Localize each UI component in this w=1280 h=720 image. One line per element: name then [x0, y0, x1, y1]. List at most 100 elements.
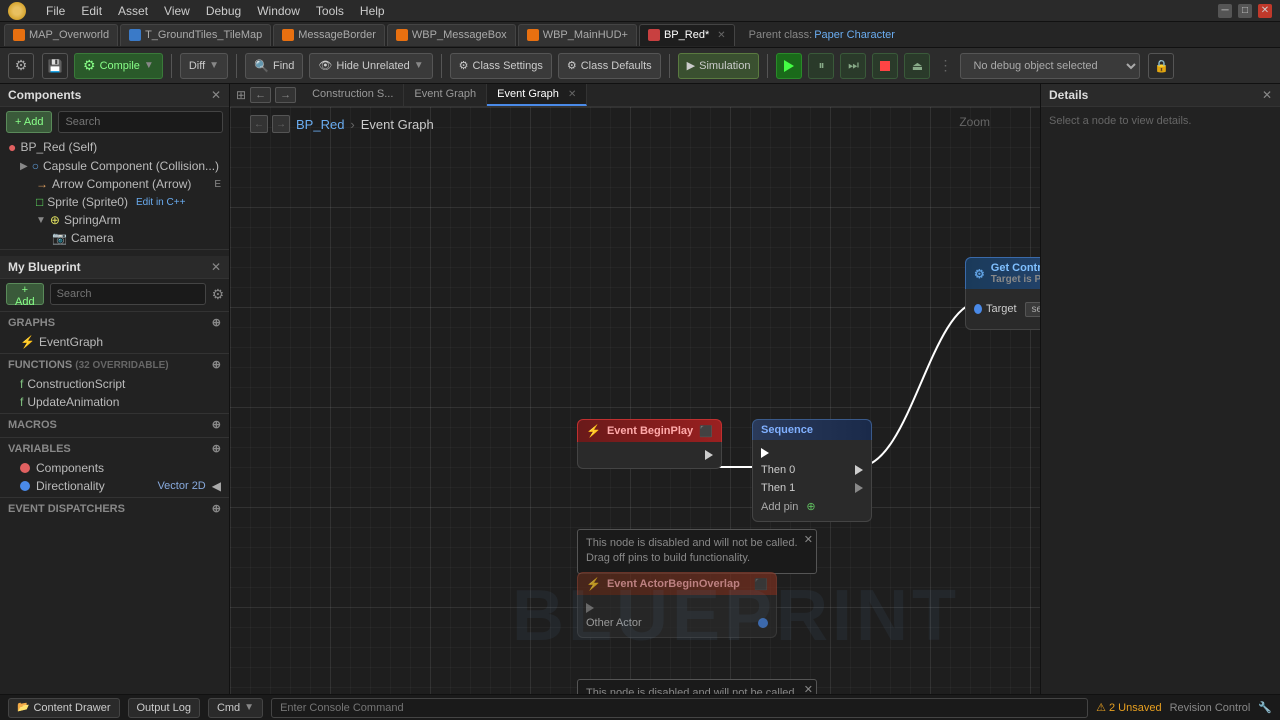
diff-button[interactable]: Diff ▼: [180, 53, 228, 79]
class-settings-button[interactable]: ⚙ Class Settings: [450, 53, 552, 79]
debug-options-button[interactable]: 🔒: [1148, 53, 1174, 79]
my-blueprint-search-input[interactable]: [50, 283, 206, 305]
menu-file[interactable]: File: [46, 4, 65, 18]
tree-item-springarm[interactable]: ▼ ⊕ SpringArm: [0, 211, 229, 229]
console-input[interactable]: [271, 698, 1088, 718]
tree-item-eventgraph[interactable]: ⚡ EventGraph: [0, 333, 229, 351]
play-button[interactable]: [776, 53, 802, 79]
eject-button[interactable]: ⏏: [904, 53, 930, 79]
sequence-addpin[interactable]: Add pin ⊕: [761, 498, 863, 515]
toolbar-save-btn[interactable]: 💾: [42, 53, 68, 79]
tab-wbp-mainhud[interactable]: WBP_MainHUD+: [518, 24, 637, 46]
sub-tab-event-graph1[interactable]: Event Graph: [404, 84, 487, 106]
tree-item-update-anim[interactable]: f UpdateAnimation: [0, 393, 229, 411]
content-drawer-button[interactable]: 📂 Content Drawer: [8, 698, 120, 718]
details-empty: Select a node to view details.: [1041, 107, 1280, 135]
capsule-label: Capsule Component (Collision...): [43, 159, 219, 173]
tab-groundtiles[interactable]: T_GroundTiles_TileMap: [120, 24, 271, 46]
breadcrumb-root[interactable]: BP_Red: [296, 117, 344, 132]
minimize-button[interactable]: ─: [1218, 4, 1232, 18]
cmd-button[interactable]: Cmd ▼: [208, 698, 263, 718]
my-blueprint-add-button[interactable]: + Add: [6, 283, 44, 305]
my-blueprint-close[interactable]: ✕: [211, 260, 221, 274]
springarm-label: SpringArm: [64, 213, 121, 227]
sub-tab-construction[interactable]: Construction S...: [302, 84, 404, 106]
sub-tab-event-graph2[interactable]: Event Graph ✕: [487, 84, 587, 106]
sequence-node[interactable]: Sequence Then 0 Then 1 Add pin: [752, 419, 872, 522]
disabled-note-1-close[interactable]: ✕: [804, 533, 813, 548]
toolbar-icon-btn[interactable]: ⚙: [8, 53, 34, 79]
close-button[interactable]: ✕: [1258, 4, 1272, 18]
tab-close-bpred[interactable]: ✕: [717, 30, 725, 41]
parent-class-value[interactable]: Paper Character: [814, 29, 895, 41]
variables-add[interactable]: ⊕: [212, 442, 221, 455]
event-overlap-body: Other Actor: [577, 595, 777, 638]
tab-icon-map: [13, 29, 25, 41]
find-button[interactable]: 🔍 Find: [245, 53, 303, 79]
springarm-icon: ⊕: [50, 213, 60, 227]
unsaved-label[interactable]: ⚠ 2 Unsaved: [1096, 701, 1162, 714]
simulation-button[interactable]: ▶ Simulation: [678, 53, 760, 79]
menu-tools[interactable]: Tools: [316, 4, 344, 18]
breadcrumb-forward[interactable]: →: [272, 115, 290, 133]
tree-item-sprite[interactable]: □ Sprite (Sprite0) Edit in C++: [0, 193, 229, 211]
tab-wbp-messagebox[interactable]: WBP_MessageBox: [387, 24, 516, 46]
menu-help[interactable]: Help: [360, 4, 385, 18]
graph-forward-button[interactable]: →: [275, 87, 296, 103]
menu-window[interactable]: Window: [257, 4, 300, 18]
menu-edit[interactable]: Edit: [81, 4, 102, 18]
class-defaults-button[interactable]: ⚙ Class Defaults: [558, 53, 661, 79]
details-close[interactable]: ✕: [1262, 88, 1272, 102]
get-controller-node[interactable]: ⚙ Get Controller Target is Pawn Target s…: [965, 257, 1040, 330]
event-dispatchers-add[interactable]: ⊕: [212, 502, 221, 515]
graph-canvas[interactable]: ← → BP_Red › Event Graph Zoom: [230, 107, 1040, 694]
var-directionality-arrow[interactable]: ◀: [212, 479, 221, 493]
sub-tab-event-graph2-label: Event Graph: [497, 88, 559, 100]
sub-tabs: ⊞ ← → Construction S... Event Graph Even…: [230, 84, 1040, 107]
tree-item-bpred-self[interactable]: ● BP_Red (Self): [0, 137, 229, 157]
breadcrumb-back[interactable]: ←: [250, 115, 268, 133]
revision-control-label[interactable]: Revision Control: [1170, 702, 1251, 714]
tree-item-camera[interactable]: 📷 Camera: [0, 229, 229, 247]
menu-asset[interactable]: Asset: [118, 4, 148, 18]
menu-debug[interactable]: Debug: [206, 4, 241, 18]
macros-add[interactable]: ⊕: [212, 418, 221, 431]
var-directionality[interactable]: Directionality Vector 2D ◀: [0, 477, 229, 495]
graph-back-button[interactable]: ←: [250, 87, 271, 103]
event-begin-play-node[interactable]: ⚡ Event BeginPlay ⬛: [577, 419, 722, 469]
tab-map-overworld[interactable]: MAP_Overworld: [4, 24, 118, 46]
tab-bp-red[interactable]: BP_Red* ✕: [639, 24, 735, 46]
step-button[interactable]: ⏭: [840, 53, 866, 79]
event-begin-play-error: ⬛: [699, 425, 713, 438]
components-panel-close[interactable]: ✕: [211, 88, 221, 102]
debug-object-select[interactable]: No debug object selected: [960, 53, 1140, 79]
event-actor-begin-overlap-node[interactable]: ⚡ Event ActorBeginOverlap ⬛ Other Actor: [577, 572, 777, 638]
hide-unrelated-button[interactable]: 👁 Hide Unrelated ▼: [309, 53, 432, 79]
center-panel: ⊞ ← → Construction S... Event Graph Even…: [230, 84, 1040, 694]
sub-tab-event-graph2-close[interactable]: ✕: [568, 89, 576, 100]
graph-nav-icon[interactable]: ⊞: [236, 88, 246, 102]
disabled-note-2-close[interactable]: ✕: [804, 683, 813, 694]
functions-add[interactable]: ⊕: [212, 358, 221, 371]
my-blueprint-settings-icon[interactable]: ⚙: [212, 286, 225, 303]
tree-item-construction[interactable]: f ConstructionScript: [0, 375, 229, 393]
output-log-button[interactable]: Output Log: [128, 698, 200, 718]
menu-view[interactable]: View: [164, 4, 190, 18]
tree-item-capsule[interactable]: ▶ ○ Capsule Component (Collision...): [0, 157, 229, 175]
get-controller-body: Target self Return Value: [965, 289, 1040, 330]
tab-label-map: MAP_Overworld: [29, 29, 109, 41]
graphs-add[interactable]: ⊕: [212, 316, 221, 329]
tree-item-arrow[interactable]: → Arrow Component (Arrow) E: [0, 175, 229, 193]
tab-messageborder[interactable]: MessageBorder: [273, 24, 385, 46]
pause-button[interactable]: ⏸: [808, 53, 834, 79]
tab-icon-bpred: [648, 29, 660, 41]
sprite-edit-link[interactable]: Edit in C++: [136, 197, 185, 208]
compile-button[interactable]: ⚙ Compile ▼: [74, 53, 163, 79]
components-search-input[interactable]: [58, 111, 223, 133]
components-add-button[interactable]: + Add: [6, 111, 52, 133]
maximize-button[interactable]: □: [1238, 4, 1252, 18]
stop-button[interactable]: [872, 53, 898, 79]
components-panel-title: Components: [8, 88, 81, 102]
var-components[interactable]: Components: [0, 459, 229, 477]
revision-icon: 🔧: [1258, 701, 1272, 714]
